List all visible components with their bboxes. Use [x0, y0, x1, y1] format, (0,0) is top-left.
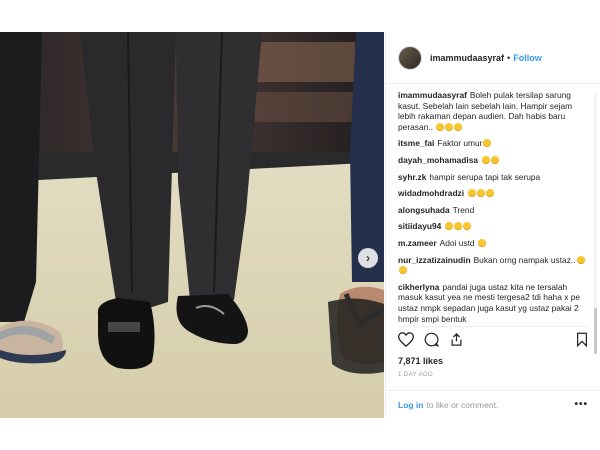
heart-icon[interactable]	[398, 332, 414, 347]
laughing-emoji-icon	[445, 122, 454, 131]
comment-item: nur_izzatizainudin Bukan orng nampak usta…	[398, 255, 592, 276]
comment-username[interactable]: cikherlyna	[398, 282, 439, 292]
more-options-button[interactable]: •••	[574, 399, 588, 410]
comment-username[interactable]: widadmohdradzi	[398, 188, 464, 198]
comments-list: imammudaasyraf Boleh pulak tersilap sarun…	[398, 90, 592, 356]
laughing-emoji-icon	[576, 255, 585, 264]
comment-text: hampir serupa tapi tak serupa	[429, 171, 541, 182]
comment-item: widadmohdradzi	[398, 188, 592, 199]
comment-item: alongsuhada Trend	[398, 205, 592, 216]
comment-username[interactable]: itsme_fai	[398, 138, 434, 148]
scrollbar-thumb[interactable]	[594, 308, 597, 354]
bookmark-icon[interactable]	[576, 332, 588, 347]
laughing-emoji-icon	[482, 155, 491, 164]
comment-username[interactable]: syhr.zk	[398, 172, 426, 182]
comment-username[interactable]: nur_izzatizainudin	[398, 255, 471, 265]
laughing-emoji-icon	[486, 189, 495, 198]
comment-item: m.zameer Adoi ustd	[398, 238, 592, 249]
comment-icon[interactable]	[424, 332, 439, 347]
comment-item: syhr.zk hampir serupa tapi tak serupa	[398, 172, 592, 183]
caption: imammudaasyraf Boleh pulak tersilap sarun…	[398, 90, 592, 132]
login-bar: Log in to like or comment. •••	[386, 390, 600, 418]
action-bar	[398, 326, 588, 348]
laughing-emoji-icon	[436, 122, 445, 131]
share-icon[interactable]	[449, 332, 464, 347]
laughing-emoji-icon	[463, 222, 472, 231]
login-link[interactable]: Log in	[398, 400, 424, 410]
likes-count[interactable]: 7,871 likes	[398, 356, 443, 366]
laughing-emoji-icon	[483, 139, 492, 148]
post-timestamp: 1 DAY AGO	[398, 372, 434, 378]
photo-image	[0, 32, 384, 418]
comment-item: cikherlyna pandai juga ustaz kita ne ters…	[398, 282, 592, 324]
laughing-emoji-icon	[445, 222, 454, 231]
laughing-emoji-icon	[399, 266, 407, 275]
comment-text: Adoi ustd	[439, 237, 475, 248]
avatar[interactable]	[398, 45, 422, 70]
comment-item: sitiidayu94	[398, 221, 592, 232]
post-header: imammudaasyraf • Follow	[386, 32, 600, 84]
login-prompt: to like or comment.	[426, 399, 499, 410]
comment-username[interactable]: sitiidayu94	[398, 221, 441, 231]
comment-username[interactable]: dayah_mohamadisa	[398, 155, 478, 165]
separator-dot: •	[507, 52, 511, 63]
laughing-emoji-icon	[454, 122, 463, 131]
carousel-next-button[interactable]: ›	[358, 248, 378, 268]
comments-scrollbar[interactable]	[594, 92, 597, 354]
comment-username[interactable]: alongsuhada	[398, 205, 450, 215]
comment-username[interactable]: m.zameer	[398, 238, 437, 248]
post-photo[interactable]: ›	[0, 32, 384, 418]
comment-text: Faktor umur	[437, 138, 483, 149]
laughing-emoji-icon	[454, 222, 463, 231]
comment-text: Bukan orng nampak ustaz..	[473, 254, 576, 265]
chevron-right-icon: ›	[366, 251, 370, 265]
caption-username[interactable]: imammudaasyraf	[398, 90, 467, 100]
follow-button[interactable]: Follow	[513, 53, 542, 63]
comment-item: dayah_mohamadisa	[398, 155, 592, 166]
comment-text: Trend	[452, 204, 475, 215]
laughing-emoji-icon	[477, 189, 486, 198]
laughing-emoji-icon	[477, 238, 486, 247]
laughing-emoji-icon	[468, 189, 477, 198]
post-sidebar: imammudaasyraf • Follow imammudaasyraf Bo…	[385, 32, 600, 418]
author-username[interactable]: imammudaasyraf	[430, 53, 504, 63]
comment-item: itsme_fai Faktor umur	[398, 138, 592, 149]
laughing-emoji-icon	[491, 155, 500, 164]
